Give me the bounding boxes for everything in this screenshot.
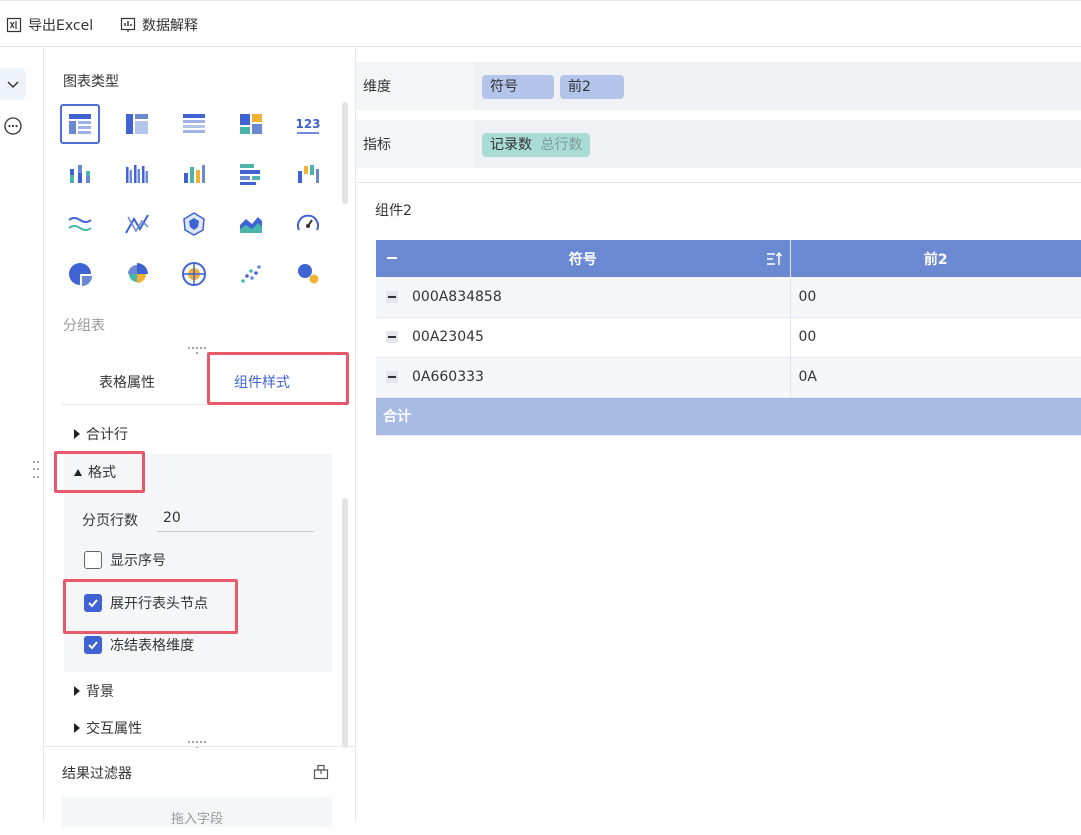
- grouped-bar-icon[interactable]: [117, 154, 157, 194]
- chart-explain-icon: [120, 17, 136, 32]
- freeze-dim-checkbox[interactable]: 冻结表格维度: [84, 635, 194, 655]
- column-header-prefix[interactable]: 前2: [790, 240, 1081, 277]
- multi-line-icon[interactable]: [117, 204, 157, 244]
- measure-label: 指标: [363, 137, 391, 153]
- widget-title: 组件2: [375, 203, 412, 219]
- cross-table-icon[interactable]: [117, 104, 157, 144]
- checkbox-checked-icon: [84, 636, 102, 654]
- measure-name: 记录数: [490, 137, 532, 153]
- cell-prefix: 00: [790, 277, 1081, 318]
- line-chart-icon[interactable]: [60, 204, 100, 244]
- filter-drop-zone[interactable]: 拖入字段: [62, 797, 332, 827]
- style-scrollbar[interactable]: [342, 498, 348, 748]
- page-rows-label: 分页行数: [82, 513, 138, 529]
- table-row: 000A834858 00: [376, 277, 1081, 318]
- collapse-all-icon[interactable]: [387, 257, 397, 259]
- svg-text:123: 123: [295, 117, 320, 131]
- measure-sub: 总行数: [540, 137, 583, 153]
- dimension-pill-prefix[interactable]: 前2: [560, 75, 624, 99]
- tab-table-props[interactable]: 表格属性: [99, 361, 155, 405]
- stacked-bar-icon[interactable]: [60, 154, 100, 194]
- chevron-down-icon: [7, 81, 19, 89]
- table-row: 0A660333 0A: [376, 357, 1081, 398]
- column-header-symbol-label: 符号: [568, 251, 597, 268]
- page-rows-input[interactable]: [157, 504, 314, 532]
- section-total-row[interactable]: 合计行: [74, 424, 128, 444]
- cell-symbol: 000A834858: [412, 288, 502, 305]
- data-explain-label: 数据解释: [142, 18, 198, 34]
- scatter-icon[interactable]: [231, 254, 271, 294]
- area-chart-icon[interactable]: [231, 204, 271, 244]
- highlight-expand-header: [63, 579, 238, 634]
- show-index-label: 显示序号: [110, 553, 166, 569]
- more-button[interactable]: [0, 110, 26, 142]
- section-interaction[interactable]: 交互属性: [74, 718, 142, 738]
- total-label: 合计: [376, 397, 1081, 436]
- waterfall-icon[interactable]: [288, 154, 328, 194]
- resize-handle-icon[interactable]: [187, 347, 207, 355]
- more-icon: [4, 117, 22, 135]
- group-table: 符号 前2 000A834858 00 00A23045 00 0A660333…: [376, 240, 1081, 436]
- pie-chart-icon[interactable]: [60, 254, 100, 294]
- dimension-drop-zone[interactable]: 符号 前2: [474, 62, 1081, 110]
- measure-row: 指标 记录数 总行数: [356, 120, 1081, 168]
- cell-prefix: 00: [790, 317, 1081, 358]
- excel-icon: [6, 17, 22, 33]
- chart-type-name: 分组表: [63, 318, 105, 334]
- caret-right-icon: [74, 429, 80, 439]
- show-index-checkbox[interactable]: 显示序号: [84, 550, 166, 570]
- freeze-dim-label: 冻结表格维度: [110, 638, 194, 654]
- target-chart-icon[interactable]: [174, 254, 214, 294]
- cell-prefix: 0A: [790, 357, 1081, 398]
- collapse-button[interactable]: [0, 68, 26, 100]
- chart-type-grid: 123: [60, 104, 332, 294]
- gauge-icon[interactable]: [288, 204, 328, 244]
- caret-right-icon: [74, 723, 80, 733]
- treemap-icon[interactable]: [231, 104, 271, 144]
- chart-type-title: 图表类型: [63, 74, 119, 90]
- horizontal-bar-icon[interactable]: [231, 154, 271, 194]
- collapse-row-icon[interactable]: [386, 290, 398, 303]
- chart-grid-scrollbar[interactable]: [342, 102, 348, 204]
- caret-right-icon: [74, 686, 80, 696]
- bubble-icon[interactable]: [288, 254, 328, 294]
- filter-title: 结果过滤器: [62, 766, 132, 782]
- table-row: 00A23045 00: [376, 317, 1081, 358]
- section-background[interactable]: 背景: [74, 681, 114, 701]
- section-interaction-label: 交互属性: [86, 721, 142, 737]
- collapse-row-icon[interactable]: [386, 331, 398, 343]
- bar-chart-icon[interactable]: [174, 154, 214, 194]
- data-explain-button[interactable]: 数据解释: [120, 15, 198, 35]
- filter-divider: [44, 746, 356, 747]
- total-row: 合计: [376, 397, 1081, 436]
- filter-settings-icon[interactable]: [313, 764, 329, 780]
- column-header-symbol[interactable]: 符号: [376, 240, 791, 277]
- config-panel: 图表类型 123 分组表 表格属性 组件样式 合计行 格式 分页行数 20 显示…: [33, 48, 356, 827]
- section-background-label: 背景: [86, 684, 114, 700]
- cell-symbol: 00A23045: [412, 329, 484, 345]
- highlight-format: [54, 451, 145, 493]
- resize-handle-icon[interactable]: [187, 741, 207, 749]
- dimension-label: 维度: [363, 79, 391, 95]
- cell-symbol: 0A660333: [412, 369, 484, 385]
- detail-table-icon[interactable]: [174, 104, 214, 144]
- rose-chart-icon[interactable]: [117, 254, 157, 294]
- dimension-pill-symbol[interactable]: 符号: [482, 75, 554, 99]
- measure-drop-zone[interactable]: 记录数 总行数: [474, 120, 1081, 168]
- sort-icon[interactable]: [766, 251, 782, 267]
- measure-pill[interactable]: 记录数 总行数: [482, 133, 591, 157]
- radar-chart-icon[interactable]: [174, 204, 214, 244]
- export-excel-button[interactable]: 导出Excel: [6, 15, 93, 35]
- highlight-tab: [207, 352, 349, 405]
- dimension-row: 维度 符号 前2: [356, 62, 1081, 110]
- left-rail: [0, 48, 44, 820]
- top-toolbar: 导出Excel 数据解释: [0, 0, 1081, 47]
- collapse-row-icon[interactable]: [386, 371, 398, 383]
- checkbox-unchecked-icon: [84, 551, 102, 569]
- export-excel-label: 导出Excel: [28, 18, 94, 34]
- section-total-row-label: 合计行: [86, 427, 128, 443]
- kpi-number-icon[interactable]: 123: [288, 104, 328, 144]
- drag-handle-icon[interactable]: [32, 461, 40, 481]
- group-table-icon[interactable]: [60, 104, 100, 144]
